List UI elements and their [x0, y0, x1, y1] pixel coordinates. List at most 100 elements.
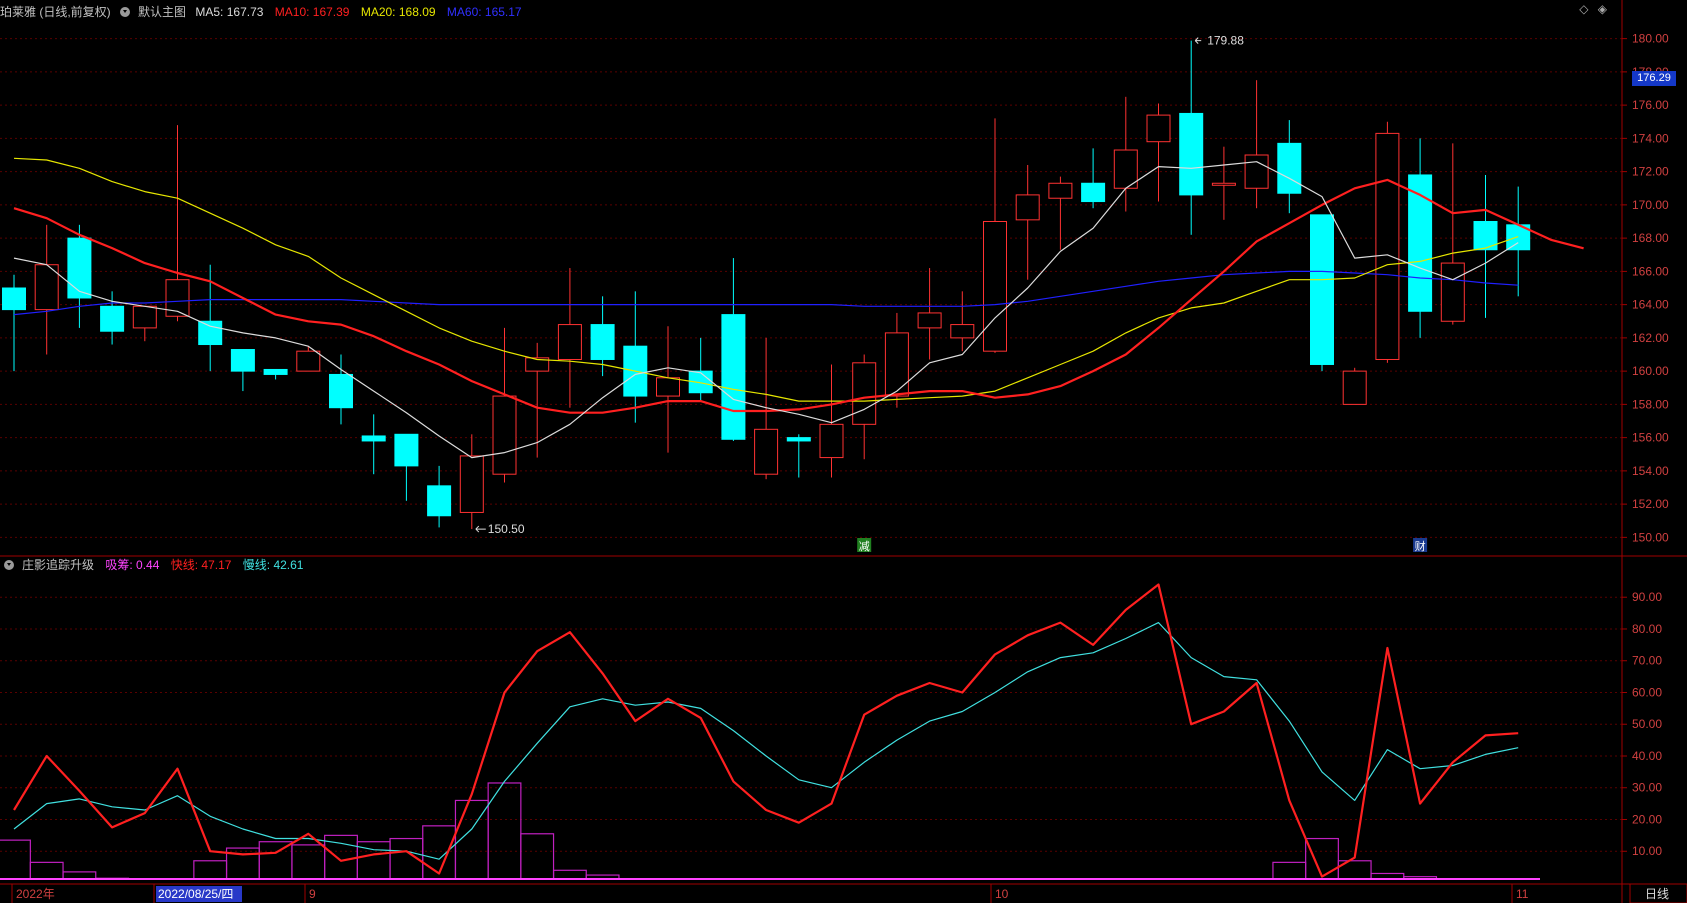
template-name[interactable]: 默认主图 — [138, 5, 186, 19]
candlestick-series[interactable] — [2, 40, 1531, 530]
candle-body — [1310, 214, 1334, 365]
price-tick-label: 154.00 — [1632, 464, 1669, 478]
candle-body — [852, 362, 877, 425]
accumulate-bar — [62, 871, 97, 880]
candle-body — [459, 455, 484, 513]
price-tick-label: 170.00 — [1632, 198, 1669, 212]
candle-body — [983, 221, 1007, 352]
date-label: 10 — [995, 887, 1009, 901]
accumulate-bar — [552, 869, 587, 880]
accumulate-bars — [0, 782, 1540, 880]
fast-line-label: 快线: 47.17 — [170, 558, 232, 572]
candle-body — [917, 312, 942, 329]
price-tick-label: 162.00 — [1632, 331, 1669, 345]
accumulate-bar — [520, 833, 555, 880]
sub-tick-label: 40.00 — [1632, 749, 1662, 763]
sub-tick-label: 50.00 — [1632, 717, 1662, 731]
current-price-tag: 176.29 — [1632, 71, 1676, 86]
candle-body — [557, 324, 582, 360]
low-arrow — [475, 525, 486, 533]
candle-body — [1211, 182, 1236, 186]
extreme-annotations: 179.88 150.50 减 财 — [475, 34, 1428, 553]
candle-body — [492, 395, 517, 475]
diamond-icon[interactable]: ◇ — [1579, 2, 1588, 16]
candle-body — [67, 237, 92, 299]
price-tick-label: 176.00 — [1632, 98, 1669, 112]
sub-indicator-lines — [13, 583, 1519, 878]
kline-chart[interactable]: 150.00 152.00 154.00 156.00 158.00 160.00 162.… — [0, 0, 1687, 903]
ma20-label: MA20: 168.09 — [360, 5, 436, 19]
slow-line — [13, 621, 1519, 860]
price-tick-label: 172.00 — [1632, 165, 1669, 179]
candle-body — [786, 437, 811, 442]
date-label: 11 — [1516, 887, 1529, 901]
price-tick-label: 160.00 — [1632, 364, 1669, 378]
candle-body — [198, 320, 223, 346]
price-axis: 150.00 152.00 154.00 156.00 158.00 160.00 162.… — [1622, 32, 1669, 858]
layers-icon[interactable]: ◈ — [1598, 2, 1607, 16]
candle-body — [1277, 142, 1302, 194]
candle-body — [263, 368, 288, 375]
sub-tick-label: 70.00 — [1632, 654, 1662, 668]
price-tick-label: 180.00 — [1632, 32, 1669, 46]
indicator-title[interactable]: 庄影追踪升级 — [22, 558, 94, 572]
sub-tick-label: 80.00 — [1632, 622, 1662, 636]
candle-body — [361, 435, 386, 442]
candle-body — [1342, 370, 1367, 405]
event-marker-text: 财 — [1415, 539, 1426, 553]
high-label: 179.88 — [1207, 34, 1244, 48]
price-tick-label: 164.00 — [1632, 298, 1669, 312]
accumulate-bar — [291, 844, 326, 880]
price-tick-label: 166.00 — [1632, 264, 1669, 278]
main-panel-header: 珀莱雅 (日线,前复权) 默认主图 MA5: 167.73 MA10: 167.… — [0, 2, 530, 22]
candle-body — [950, 324, 975, 339]
template-dropdown-icon[interactable] — [120, 7, 131, 17]
candle-body — [590, 324, 615, 360]
date-label-selected: 2022/08/25/四 — [158, 887, 233, 901]
candle-body — [427, 485, 452, 517]
moving-average-lines — [13, 157, 1584, 459]
low-label: 150.50 — [488, 522, 525, 536]
period-label: 日线 — [1645, 887, 1669, 901]
price-tick-label: 168.00 — [1632, 231, 1669, 245]
accumulate-bar — [1305, 837, 1339, 880]
candle-body — [884, 332, 909, 397]
candle-body — [819, 423, 844, 459]
candle-body — [230, 349, 255, 372]
candle-body — [656, 377, 680, 397]
candle-body — [394, 433, 419, 467]
ma60-line — [13, 270, 1519, 316]
candle-body — [100, 305, 125, 332]
sub-tick-label: 20.00 — [1632, 812, 1662, 826]
candle-body — [1440, 262, 1465, 322]
date-axis: 2022年 2022/08/25/四 9 10 11 日线 — [11, 883, 1687, 903]
price-tick-label: 158.00 — [1632, 397, 1669, 411]
candle-body — [1015, 194, 1040, 221]
sub-panel-grid — [0, 596, 1622, 852]
panel-toolbar: ◇ ◈ — [1573, 2, 1607, 16]
date-label: 9 — [309, 887, 316, 901]
candle-body — [721, 314, 746, 440]
candle-body — [2, 287, 26, 311]
ma10-label: MA10: 167.39 — [274, 5, 350, 19]
sub-tick-label: 90.00 — [1632, 590, 1662, 604]
candle-body — [296, 350, 321, 372]
fast-line — [13, 583, 1519, 878]
accumulate-label: 吸筹: 0.44 — [105, 558, 160, 572]
stock-title[interactable]: 珀莱雅 (日线,前复权) — [0, 5, 111, 19]
accumulate-bar — [193, 860, 228, 880]
candle-body — [1375, 132, 1400, 360]
candle-body — [1179, 112, 1204, 196]
price-tick-label: 152.00 — [1632, 497, 1669, 511]
price-tick-label: 156.00 — [1632, 431, 1669, 445]
event-marker-text: 减 — [859, 540, 870, 553]
accumulate-bar — [0, 839, 31, 880]
sub-panel-dropdown-icon[interactable] — [4, 560, 14, 570]
ma5-label: MA5: 167.73 — [195, 5, 264, 19]
candle-body — [754, 428, 779, 475]
candle-body — [1244, 154, 1269, 189]
candle-body — [1081, 182, 1106, 203]
candle-body — [329, 373, 353, 409]
accumulate-bar — [1272, 861, 1307, 880]
price-tick-label: 150.00 — [1632, 530, 1669, 544]
